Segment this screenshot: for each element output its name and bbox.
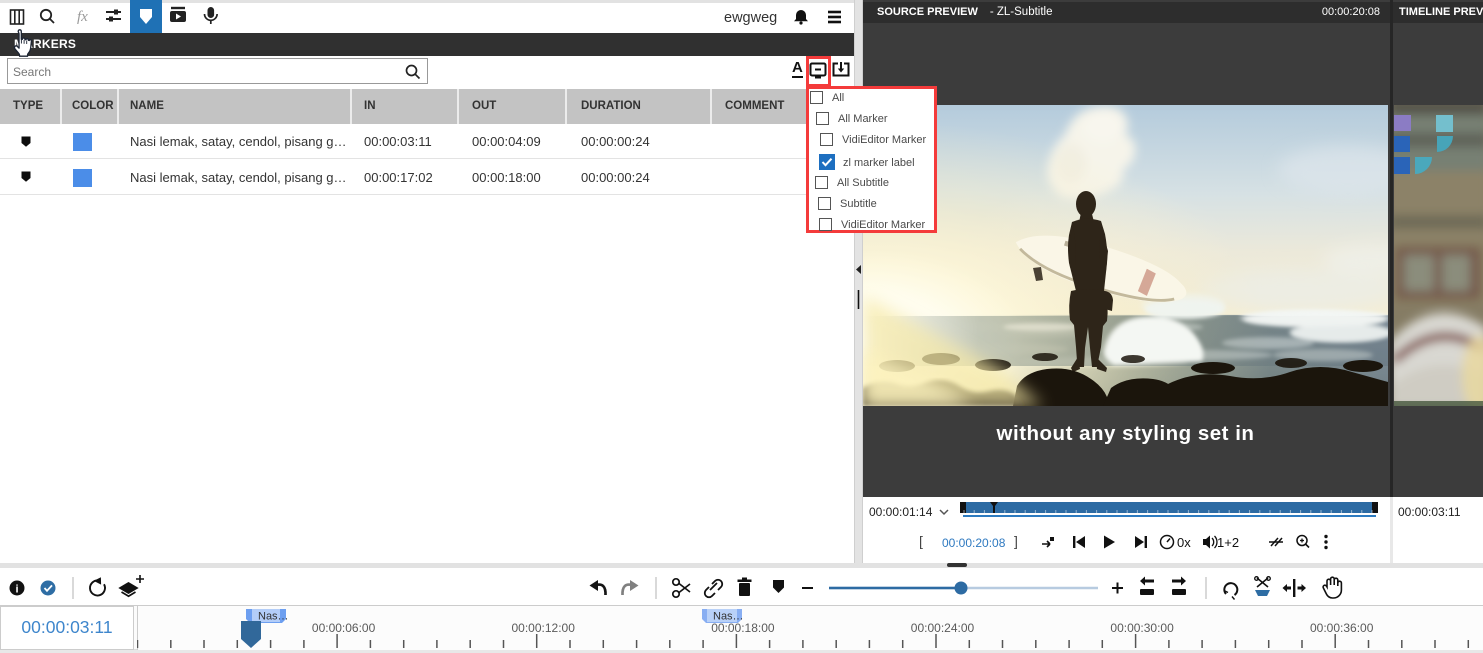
svg-text:00:00:06:00: 00:00:06:00 xyxy=(312,621,376,635)
svg-text:00:00:30:00: 00:00:30:00 xyxy=(1110,621,1174,635)
svg-text:1+2: 1+2 xyxy=(1217,535,1239,550)
svg-text:00:00:36:00: 00:00:36:00 xyxy=(1310,621,1374,635)
svg-text:Nas…: Nas… xyxy=(713,611,744,623)
svg-text:fx: fx xyxy=(77,9,88,25)
svg-text:00:00:12:00: 00:00:12:00 xyxy=(511,621,575,635)
svg-text:Nas…: Nas… xyxy=(258,611,289,623)
svg-text:i: i xyxy=(15,584,18,596)
svg-text:0x: 0x xyxy=(1177,535,1191,550)
svg-text:00:00:24:00: 00:00:24:00 xyxy=(911,621,975,635)
